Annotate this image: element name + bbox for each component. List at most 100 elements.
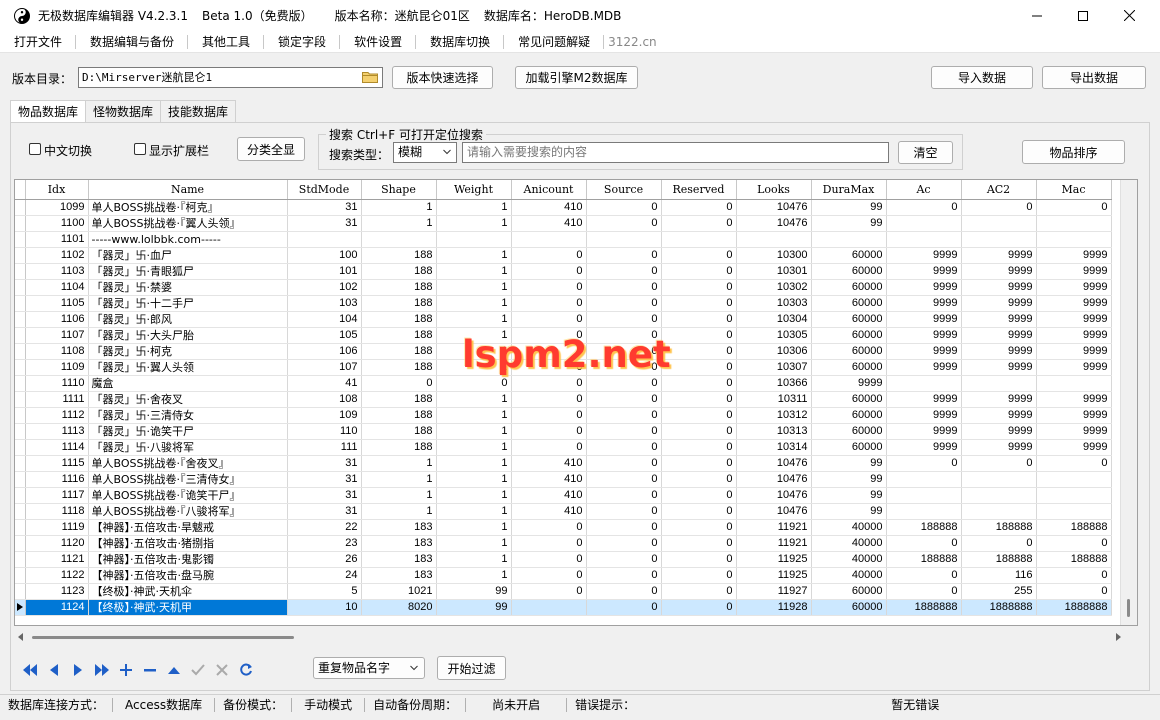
cell-ac[interactable]: 0 <box>886 199 962 216</box>
cell-reserved[interactable]: 0 <box>661 247 737 264</box>
row-indicator[interactable] <box>15 407 26 424</box>
table-row[interactable]: 1120 【神器】·五倍攻击·猪捌指 23 183 1 0 0 0 11921 40000 0 0 0 <box>15 535 1112 552</box>
cell-ac[interactable]: 0 <box>886 455 962 472</box>
row-indicator[interactable] <box>15 455 26 472</box>
cell-shape[interactable]: 8020 <box>361 599 437 616</box>
cell-source[interactable]: 0 <box>586 471 662 488</box>
cell-reserved[interactable]: 0 <box>661 199 737 216</box>
cell-mac[interactable]: 9999 <box>1036 439 1112 456</box>
cell-looks[interactable]: 11925 <box>736 551 812 568</box>
cell-stdmode[interactable]: 41 <box>287 375 362 392</box>
cell-shape[interactable]: 188 <box>361 311 437 328</box>
cell-ac2[interactable]: 9999 <box>961 407 1037 424</box>
cell-name[interactable]: 【神器】·五倍攻击·猪捌指 <box>88 535 288 552</box>
cell-ac2[interactable]: 9999 <box>961 343 1037 360</box>
cell-mac[interactable]: 9999 <box>1036 423 1112 440</box>
table-row[interactable]: 1111 「器灵」卐·舍夜叉 108 188 1 0 0 0 10311 60000 9999 999… <box>15 391 1112 408</box>
cell-stdmode[interactable]: 10 <box>287 599 362 616</box>
cell-mac[interactable]: 9999 <box>1036 295 1112 312</box>
cell-ac2[interactable]: 9999 <box>961 439 1037 456</box>
tab-items[interactable]: 物品数据库 <box>10 100 87 123</box>
cell-reserved[interactable]: 0 <box>661 263 737 280</box>
cell-weight[interactable]: 1 <box>436 391 512 408</box>
cell-ac[interactable] <box>886 215 962 232</box>
cell-stdmode[interactable]: 31 <box>287 503 362 520</box>
table-row[interactable]: 1119 【神器】·五倍攻击·旱魃戒 22 183 1 0 0 0 11921 40000 1888… <box>15 519 1112 536</box>
load-engine-button[interactable]: 加载引擎M2数据库 <box>515 66 638 89</box>
cell-name[interactable]: 「器灵」卐·血尸 <box>88 247 288 264</box>
grid-horizontal-scrollbar[interactable] <box>14 628 1138 645</box>
cell-anicount[interactable] <box>511 599 587 616</box>
cell-ac2[interactable]: 188888 <box>961 519 1037 536</box>
cell-name[interactable]: 【终极】·神武·天机甲 <box>88 599 288 616</box>
cell-idx[interactable]: 1116 <box>25 471 89 488</box>
cell-idx[interactable]: 1107 <box>25 327 89 344</box>
cell-stdmode[interactable]: 23 <box>287 535 362 552</box>
cell-anicount[interactable]: 0 <box>511 535 587 552</box>
cell-mac[interactable] <box>1036 375 1112 392</box>
cell-source[interactable] <box>586 231 662 248</box>
cell-looks[interactable]: 11927 <box>736 583 812 600</box>
menu-switch-database[interactable]: 数据库切换 <box>416 34 505 49</box>
column-header-mac[interactable]: Mac <box>1036 180 1112 200</box>
cell-idx[interactable]: 1111 <box>25 391 89 408</box>
cell-idx[interactable]: 1114 <box>25 439 89 456</box>
cell-name[interactable]: 单人BOSS挑战卷·『舍夜叉』 <box>88 455 288 472</box>
cell-anicount[interactable]: 0 <box>511 295 587 312</box>
cell-ac[interactable]: 9999 <box>886 391 962 408</box>
cell-source[interactable]: 0 <box>586 199 662 216</box>
cell-looks[interactable]: 11925 <box>736 567 812 584</box>
dir-input[interactable]: D:\Mirserver迷航昆仑1 <box>78 67 383 88</box>
cell-weight[interactable]: 1 <box>436 535 512 552</box>
cell-ac[interactable] <box>886 471 962 488</box>
horizontal-scroll-thumb[interactable] <box>32 636 294 639</box>
cell-duramax[interactable]: 99 <box>811 455 887 472</box>
cell-ac2[interactable]: 188888 <box>961 551 1037 568</box>
cell-reserved[interactable]: 0 <box>661 423 737 440</box>
items-grid[interactable]: Idx Name StdMode Shape Weight Anicount Source R… <box>14 179 1138 626</box>
cell-shape[interactable]: 188 <box>361 359 437 376</box>
cell-stdmode[interactable]: 108 <box>287 391 362 408</box>
cell-name[interactable]: 「器灵」卐·大头尸胎 <box>88 327 288 344</box>
cell-ac2[interactable]: 9999 <box>961 263 1037 280</box>
table-row[interactable]: 1105 「器灵」卐·十二手尸 103 188 1 0 0 0 10303 60000 9999 99… <box>15 295 1112 312</box>
last-record-icon[interactable] <box>92 660 112 680</box>
row-indicator[interactable] <box>15 295 26 312</box>
cell-ac2[interactable]: 9999 <box>961 295 1037 312</box>
column-header-idx[interactable]: Idx <box>25 180 89 200</box>
cell-stdmode[interactable]: 31 <box>287 487 362 504</box>
cell-ac[interactable]: 9999 <box>886 327 962 344</box>
cell-idx[interactable]: 1108 <box>25 343 89 360</box>
cell-anicount[interactable]: 0 <box>511 375 587 392</box>
cell-shape[interactable]: 188 <box>361 407 437 424</box>
cell-weight[interactable]: 1 <box>436 423 512 440</box>
cell-reserved[interactable]: 0 <box>661 391 737 408</box>
cell-ac[interactable] <box>886 503 962 520</box>
cell-name[interactable]: 单人BOSS挑战卷·『柯克』 <box>88 199 288 216</box>
cell-shape[interactable]: 1 <box>361 471 437 488</box>
cell-mac[interactable]: 0 <box>1036 583 1112 600</box>
cell-ac[interactable]: 9999 <box>886 407 962 424</box>
cell-mac[interactable]: 0 <box>1036 535 1112 552</box>
table-row[interactable]: 1102 「器灵」卐·血尸 100 188 1 0 0 0 10300 60000 9999 9999… <box>15 247 1112 264</box>
cell-duramax[interactable]: 99 <box>811 215 887 232</box>
cell-ac[interactable] <box>886 375 962 392</box>
cell-looks[interactable]: 10476 <box>736 471 812 488</box>
cell-mac[interactable] <box>1036 503 1112 520</box>
column-header-stdmode[interactable]: StdMode <box>287 180 362 200</box>
cell-ac[interactable]: 1888888 <box>886 599 962 616</box>
cell-name[interactable]: 「器灵」卐·诡笑干尸 <box>88 423 288 440</box>
cell-looks[interactable]: 11921 <box>736 519 812 536</box>
cell-weight[interactable]: 1 <box>436 487 512 504</box>
row-indicator[interactable] <box>15 263 26 280</box>
cell-looks[interactable]: 10312 <box>736 407 812 424</box>
cell-source[interactable]: 0 <box>586 455 662 472</box>
cell-source[interactable]: 0 <box>586 439 662 456</box>
cell-stdmode[interactable] <box>287 231 362 248</box>
cell-mac[interactable]: 9999 <box>1036 327 1112 344</box>
cell-name[interactable]: 「器灵」卐·三清侍女 <box>88 407 288 424</box>
cell-name[interactable]: 【神器】·五倍攻击·旱魃戒 <box>88 519 288 536</box>
cell-source[interactable]: 0 <box>586 215 662 232</box>
row-indicator[interactable] <box>15 503 26 520</box>
cell-idx[interactable]: 1119 <box>25 519 89 536</box>
